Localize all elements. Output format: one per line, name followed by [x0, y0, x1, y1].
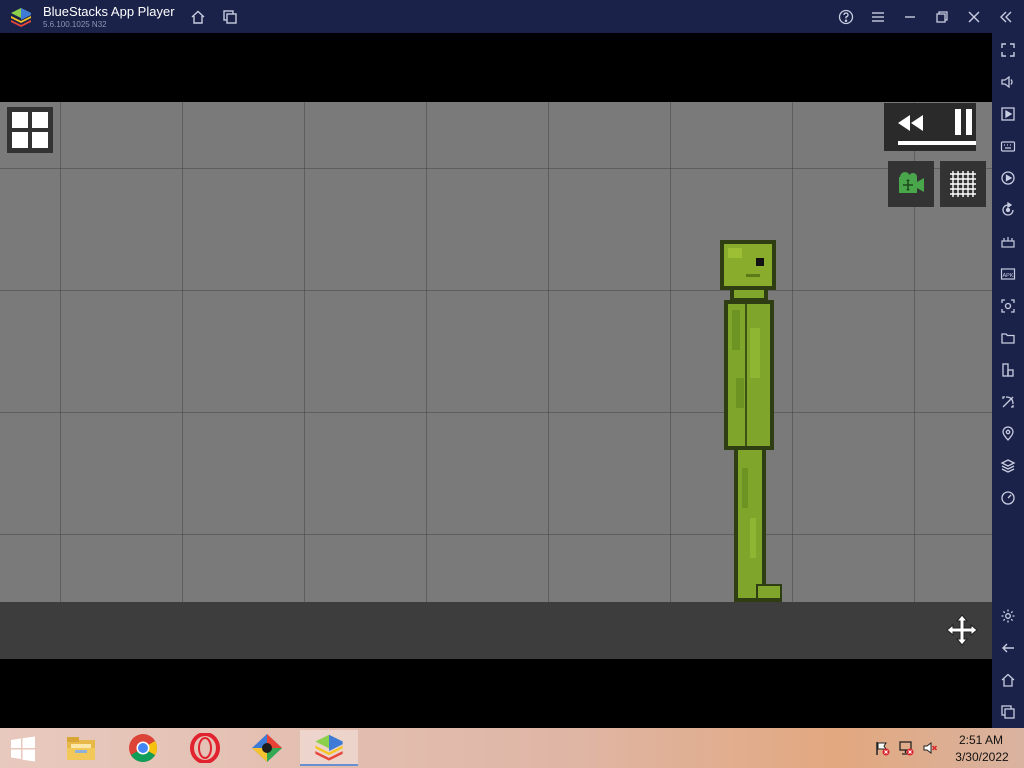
taskbar-game-app[interactable]: [238, 730, 296, 766]
bluestacks-window: BlueStacks App Player 5.6.100.1025 N32 A…: [0, 0, 1024, 768]
spawn-menu-button[interactable]: [7, 107, 53, 153]
chrome-icon: [129, 734, 157, 762]
file-explorer-icon: [67, 737, 95, 760]
multi-instance-icon[interactable]: [221, 8, 239, 26]
opera-icon: [190, 733, 220, 763]
svg-text:APK: APK: [1002, 273, 1013, 279]
settings-icon[interactable]: [999, 607, 1017, 625]
location-icon[interactable]: [999, 425, 1017, 443]
rewind-icon[interactable]: [894, 113, 926, 133]
help-icon[interactable]: [837, 8, 855, 26]
sync-icon[interactable]: [999, 201, 1017, 219]
taskbar-file-explorer[interactable]: [52, 730, 110, 766]
action-center-flag-icon[interactable]: [874, 740, 890, 756]
macro-record-icon[interactable]: [999, 169, 1017, 187]
taskbar-chrome[interactable]: [114, 730, 172, 766]
pause-icon[interactable]: [954, 109, 974, 135]
install-apk-icon[interactable]: APK: [999, 265, 1017, 283]
app-title: BlueStacks App Player: [43, 4, 175, 19]
grid-toggle-icon: [950, 171, 976, 197]
minimize-icon[interactable]: [901, 8, 919, 26]
close-icon[interactable]: [965, 8, 983, 26]
windows-logo-icon: [11, 736, 35, 762]
android-home-icon[interactable]: [999, 671, 1017, 689]
ground-floor: [0, 602, 992, 659]
layers-icon[interactable]: [999, 457, 1017, 475]
keyboard-controls-icon[interactable]: [999, 137, 1017, 155]
clock-time[interactable]: 2:51 AM: [958, 733, 1004, 747]
camera-move-button[interactable]: [888, 161, 934, 207]
collapse-sidebar-icon[interactable]: [997, 8, 1015, 26]
restore-icon[interactable]: [933, 8, 951, 26]
taskbar-opera[interactable]: [176, 730, 234, 766]
melon-character[interactable]: [716, 238, 786, 604]
volume-icon[interactable]: [999, 73, 1017, 91]
eco-mode-icon[interactable]: [999, 393, 1017, 411]
right-sidebar: APK: [992, 33, 1024, 728]
bluestacks-logo-icon: [11, 8, 31, 27]
fullscreen-icon[interactable]: [999, 41, 1017, 59]
multi-instance-manager-icon[interactable]: [999, 361, 1017, 379]
title-bar: BlueStacks App Player 5.6.100.1025 N32: [0, 0, 1024, 33]
back-icon[interactable]: [999, 639, 1017, 657]
app-version: 5.6.100.1025 N32: [43, 20, 107, 29]
clock-date[interactable]: 3/30/2022: [954, 750, 1010, 764]
performance-icon[interactable]: [999, 489, 1017, 507]
screenshot-icon[interactable]: [999, 297, 1017, 315]
sandbox-background[interactable]: [0, 102, 992, 602]
home-icon[interactable]: [189, 8, 207, 26]
move-arrows-icon[interactable]: [946, 614, 978, 646]
game-viewport[interactable]: [0, 33, 992, 728]
bluestacks-icon: [315, 734, 343, 761]
grid-toggle-button[interactable]: [940, 161, 986, 207]
time-scale-slider[interactable]: [898, 141, 976, 145]
recent-apps-icon[interactable]: [999, 703, 1017, 721]
menu-icon[interactable]: [869, 8, 887, 26]
camera-move-icon: [899, 172, 924, 193]
taskbar-bluestacks[interactable]: [300, 730, 358, 766]
game-controls-icon[interactable]: [999, 233, 1017, 251]
windows-taskbar: 2:51 AM 3/30/2022: [0, 728, 1024, 768]
game-app-icon: [252, 734, 282, 762]
volume-muted-icon[interactable]: [922, 740, 938, 756]
media-manager-icon[interactable]: [999, 105, 1017, 123]
playback-controls: [884, 103, 976, 151]
start-button[interactable]: [8, 736, 38, 762]
folder-icon[interactable]: [999, 329, 1017, 347]
network-icon[interactable]: [898, 740, 914, 756]
